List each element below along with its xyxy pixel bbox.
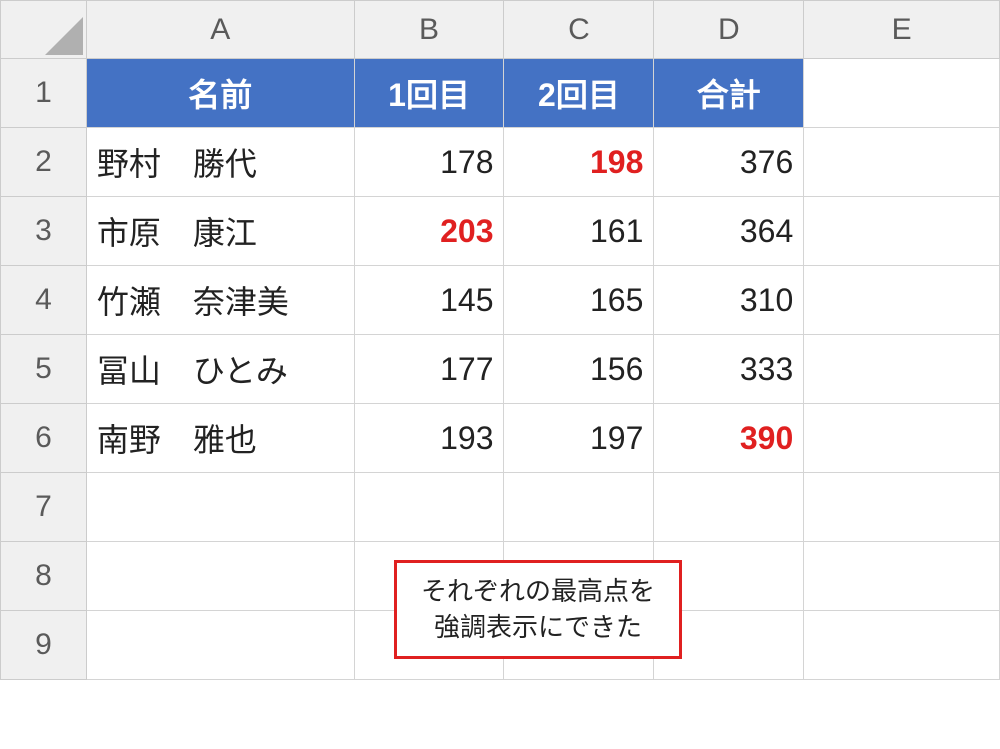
cell-A7[interactable]	[86, 473, 354, 542]
cell-E8[interactable]	[804, 542, 1000, 611]
cell-E9[interactable]	[804, 611, 1000, 680]
row-header-2[interactable]: 2	[1, 128, 87, 197]
cell-B1[interactable]: 1回目	[354, 59, 504, 128]
row-header-9[interactable]: 9	[1, 611, 87, 680]
cell-C1[interactable]: 2回目	[504, 59, 654, 128]
cell-E6[interactable]	[804, 404, 1000, 473]
annotation-callout: それぞれの最高点を 強調表示にできた	[394, 560, 682, 659]
cell-B5[interactable]: 177	[354, 335, 504, 404]
cell-D5[interactable]: 333	[654, 335, 804, 404]
row-header-3[interactable]: 3	[1, 197, 87, 266]
cell-B7[interactable]	[354, 473, 504, 542]
cell-D2[interactable]: 376	[654, 128, 804, 197]
cell-D3[interactable]: 364	[654, 197, 804, 266]
cell-A6[interactable]: 南野 雅也	[86, 404, 354, 473]
cell-D1[interactable]: 合計	[654, 59, 804, 128]
cell-A4[interactable]: 竹瀬 奈津美	[86, 266, 354, 335]
cell-B4[interactable]: 145	[354, 266, 504, 335]
col-header-D[interactable]: D	[654, 1, 804, 59]
cell-B2[interactable]: 178	[354, 128, 504, 197]
row-header-4[interactable]: 4	[1, 266, 87, 335]
cell-D7[interactable]	[654, 473, 804, 542]
cell-E5[interactable]	[804, 335, 1000, 404]
cell-A5[interactable]: 冨山 ひとみ	[86, 335, 354, 404]
cell-A3[interactable]: 市原 康江	[86, 197, 354, 266]
cell-B6[interactable]: 193	[354, 404, 504, 473]
cell-E1[interactable]	[804, 59, 1000, 128]
row-header-1[interactable]: 1	[1, 59, 87, 128]
cell-E7[interactable]	[804, 473, 1000, 542]
row-header-8[interactable]: 8	[1, 542, 87, 611]
cell-A1[interactable]: 名前	[86, 59, 354, 128]
row-header-7[interactable]: 7	[1, 473, 87, 542]
cell-A8[interactable]	[86, 542, 354, 611]
row-header-5[interactable]: 5	[1, 335, 87, 404]
row-header-6[interactable]: 6	[1, 404, 87, 473]
cell-A9[interactable]	[86, 611, 354, 680]
cell-D6[interactable]: 390	[654, 404, 804, 473]
cell-E3[interactable]	[804, 197, 1000, 266]
col-header-C[interactable]: C	[504, 1, 654, 59]
cell-C6[interactable]: 197	[504, 404, 654, 473]
corner-triangle-icon	[45, 17, 83, 55]
cell-B3[interactable]: 203	[354, 197, 504, 266]
cell-A2[interactable]: 野村 勝代	[86, 128, 354, 197]
cell-C7[interactable]	[504, 473, 654, 542]
cell-C5[interactable]: 156	[504, 335, 654, 404]
cell-C2[interactable]: 198	[504, 128, 654, 197]
cell-C4[interactable]: 165	[504, 266, 654, 335]
cell-E4[interactable]	[804, 266, 1000, 335]
col-header-A[interactable]: A	[86, 1, 354, 59]
select-all-corner[interactable]	[1, 1, 87, 59]
col-header-E[interactable]: E	[804, 1, 1000, 59]
callout-line2: 強調表示にできた	[421, 609, 655, 645]
callout-line1: それぞれの最高点を	[421, 573, 655, 609]
cell-C3[interactable]: 161	[504, 197, 654, 266]
col-header-B[interactable]: B	[354, 1, 504, 59]
cell-E2[interactable]	[804, 128, 1000, 197]
cell-D4[interactable]: 310	[654, 266, 804, 335]
